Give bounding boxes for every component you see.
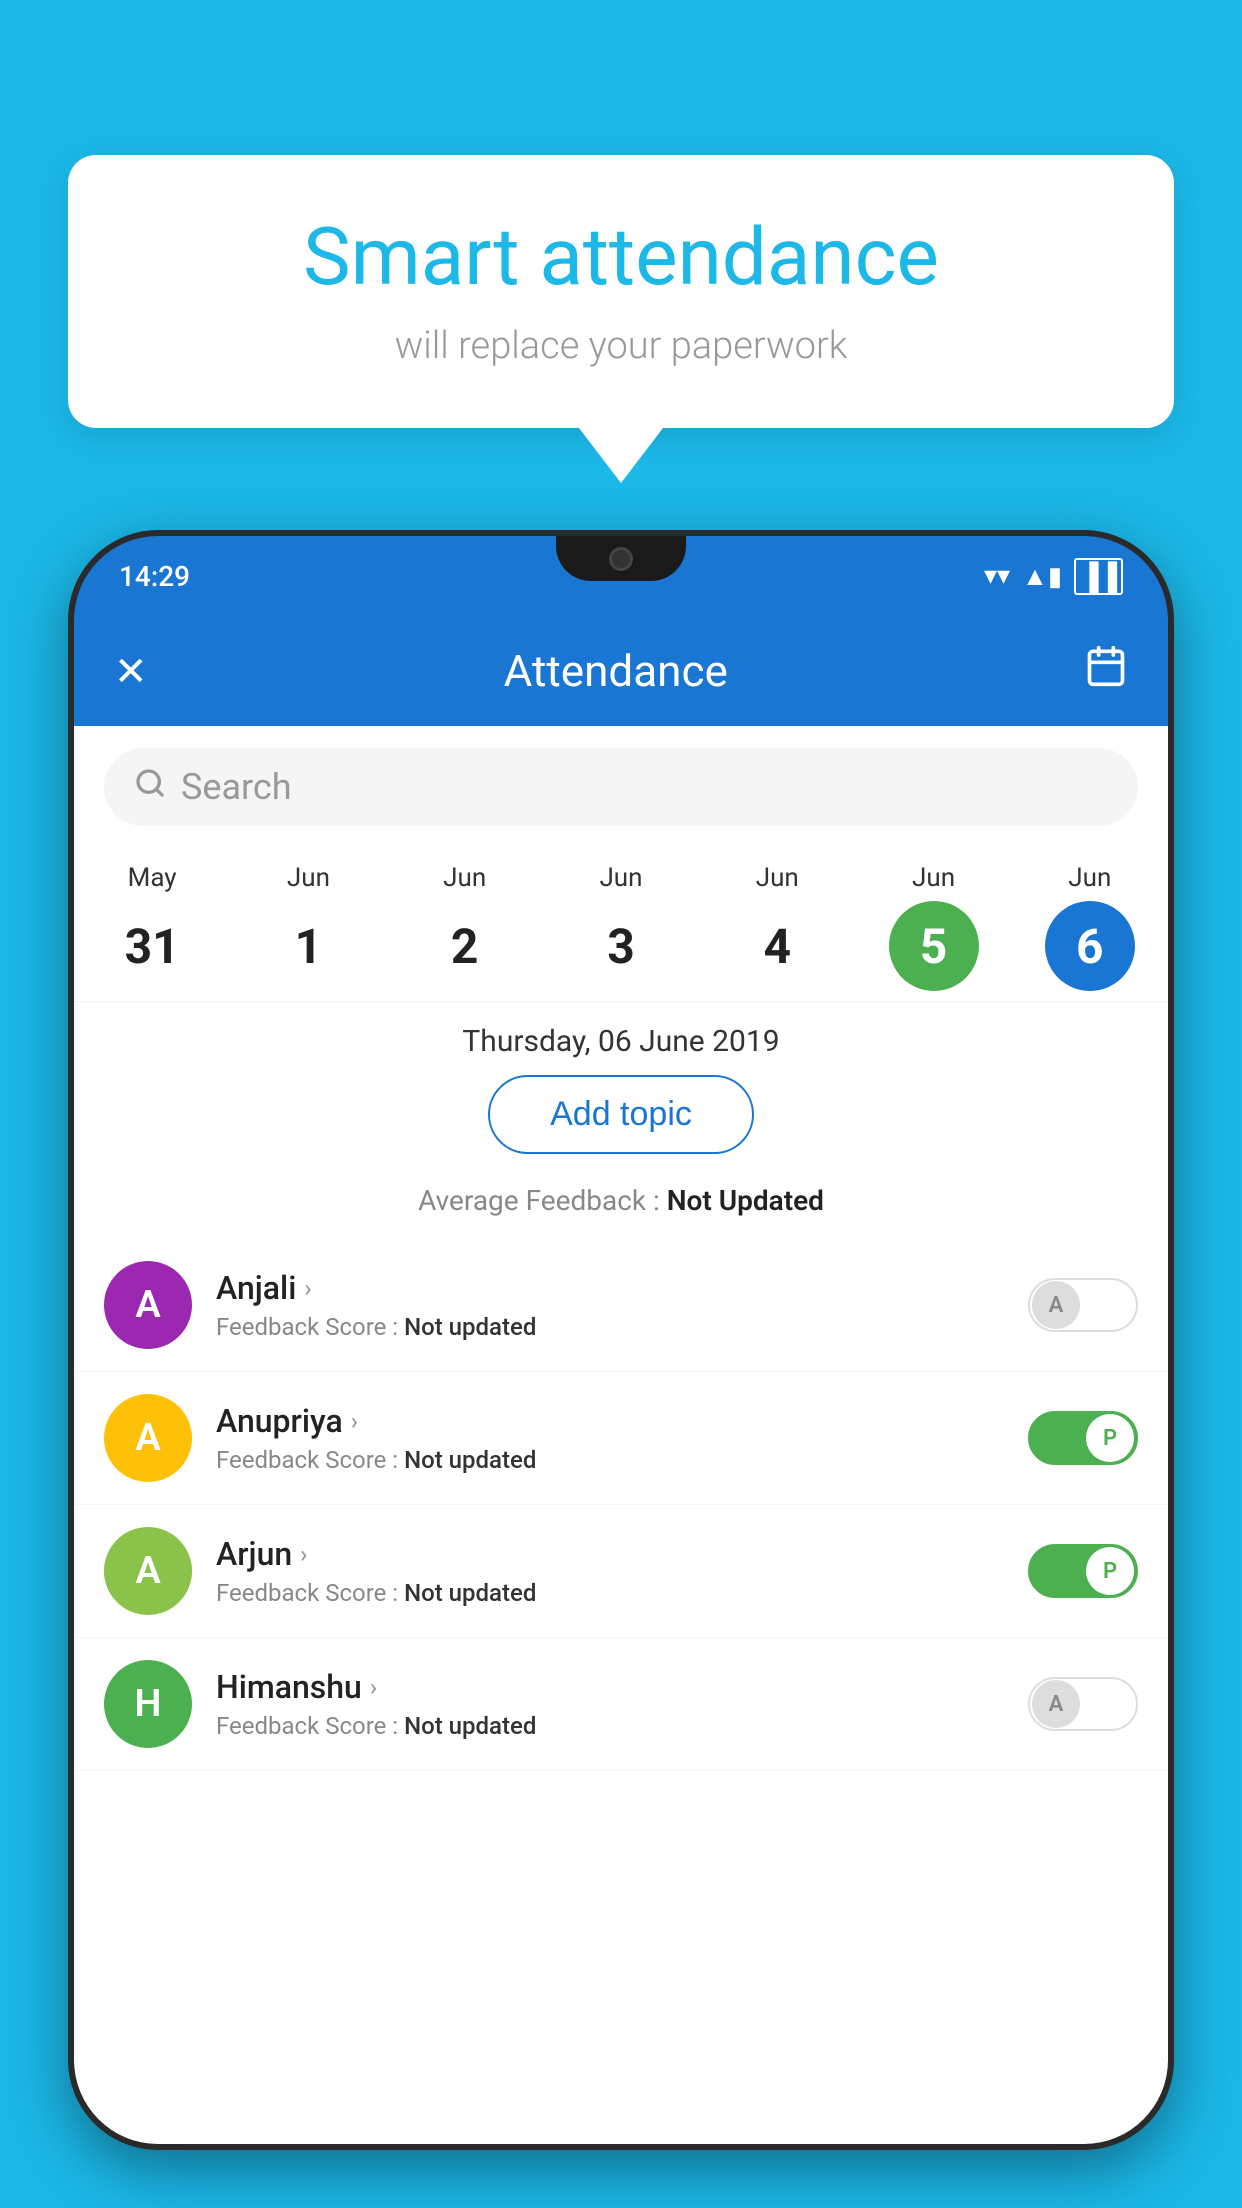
add-topic-container: Add topic (74, 1075, 1168, 1174)
calendar-button[interactable] (1084, 644, 1128, 698)
status-icons: ▾▾ ▲▮ ▐▐ (984, 558, 1123, 595)
toggle-track-3[interactable]: A (1028, 1677, 1138, 1731)
cal-month: Jun (443, 863, 486, 893)
cal-month: Jun (599, 863, 642, 893)
calendar-day-5[interactable]: Jun 5 (879, 863, 989, 991)
cal-date: 3 (576, 901, 666, 991)
phone-notch (556, 536, 686, 581)
avg-feedback-label: Average Feedback : (418, 1184, 660, 1217)
chevron-icon: › (300, 1540, 307, 1568)
cal-date: 4 (732, 901, 822, 991)
toggle-track-1[interactable]: P (1028, 1411, 1138, 1465)
status-time: 14:29 (119, 560, 190, 593)
toggle-thumb-3: A (1032, 1680, 1080, 1728)
app-bar: ✕ Attendance (74, 616, 1168, 726)
calendar-day-0[interactable]: May 31 (97, 863, 207, 991)
avg-feedback-value: Not Updated (667, 1184, 824, 1217)
phone-container: 14:29 ▾▾ ▲▮ ▐▐ ✕ Attendance (68, 530, 1174, 2208)
cal-date: 6 (1045, 901, 1135, 991)
battery-icon: ▐▐ (1074, 558, 1123, 595)
signal-icon: ▲▮ (1022, 561, 1062, 592)
student-info-0: Anjali › Feedback Score : Not updated (216, 1269, 1004, 1341)
student-item-1[interactable]: A Anupriya › Feedback Score : Not update… (74, 1372, 1168, 1505)
speech-bubble-container: Smart attendance will replace your paper… (68, 155, 1174, 483)
calendar-day-6[interactable]: Jun 6 (1035, 863, 1145, 991)
chevron-icon: › (370, 1673, 377, 1701)
speech-bubble-title: Smart attendance (128, 210, 1114, 304)
student-info-3: Himanshu › Feedback Score : Not updated (216, 1668, 1004, 1740)
search-bar: Search (74, 726, 1168, 848)
student-item-3[interactable]: H Himanshu › Feedback Score : Not update… (74, 1638, 1168, 1771)
selected-date-label: Thursday, 06 June 2019 (74, 1002, 1168, 1075)
search-input-container[interactable]: Search (104, 748, 1138, 826)
calendar-day-1[interactable]: Jun 1 (253, 863, 363, 991)
toggle-0[interactable]: A (1028, 1278, 1138, 1332)
cal-date: 5 (889, 901, 979, 991)
close-button[interactable]: ✕ (114, 648, 148, 695)
feedback-score-0: Feedback Score : Not updated (216, 1313, 1004, 1341)
add-topic-button[interactable]: Add topic (488, 1075, 754, 1154)
feedback-score-1: Feedback Score : Not updated (216, 1446, 1004, 1474)
phone: 14:29 ▾▾ ▲▮ ▐▐ ✕ Attendance (68, 530, 1174, 2150)
status-bar: 14:29 ▾▾ ▲▮ ▐▐ (74, 536, 1168, 616)
app-bar-title: Attendance (148, 645, 1084, 697)
cal-date: 31 (107, 901, 197, 991)
toggle-thumb-2: P (1086, 1547, 1134, 1595)
camera-notch (609, 547, 633, 571)
speech-bubble: Smart attendance will replace your paper… (68, 155, 1174, 428)
cal-date: 1 (263, 901, 353, 991)
speech-bubble-tail (579, 428, 663, 483)
avatar-1: A (104, 1394, 192, 1482)
calendar-day-3[interactable]: Jun 3 (566, 863, 676, 991)
search-input-text[interactable]: Search (181, 766, 292, 808)
calendar-strip: May 31 Jun 1 Jun 2 Jun 3 Jun 4 Jun 5 Jun… (74, 848, 1168, 1002)
cal-month: Jun (287, 863, 330, 893)
avatar-3: H (104, 1660, 192, 1748)
toggle-thumb-0: A (1032, 1281, 1080, 1329)
student-name-3: Himanshu › (216, 1668, 1004, 1706)
student-name-2: Arjun › (216, 1535, 1004, 1573)
avatar-0: A (104, 1261, 192, 1349)
screen-content: Search May 31 Jun 1 Jun 2 Jun 3 Jun 4 Ju… (74, 726, 1168, 2144)
toggle-3[interactable]: A (1028, 1677, 1138, 1731)
toggle-track-2[interactable]: P (1028, 1544, 1138, 1598)
wifi-icon: ▾▾ (984, 561, 1010, 591)
cal-month: May (128, 863, 177, 893)
student-name-0: Anjali › (216, 1269, 1004, 1307)
chevron-icon: › (351, 1407, 358, 1435)
toggle-thumb-1: P (1086, 1414, 1134, 1462)
toggle-1[interactable]: P (1028, 1411, 1138, 1465)
student-info-2: Arjun › Feedback Score : Not updated (216, 1535, 1004, 1607)
cal-month: Jun (756, 863, 799, 893)
feedback-score-3: Feedback Score : Not updated (216, 1712, 1004, 1740)
search-icon (134, 767, 166, 807)
avg-feedback: Average Feedback : Not Updated (74, 1174, 1168, 1239)
speech-bubble-subtitle: will replace your paperwork (128, 324, 1114, 368)
cal-month: Jun (912, 863, 955, 893)
calendar-day-4[interactable]: Jun 4 (722, 863, 832, 991)
chevron-icon: › (304, 1274, 311, 1302)
feedback-score-2: Feedback Score : Not updated (216, 1579, 1004, 1607)
student-item-2[interactable]: A Arjun › Feedback Score : Not updated P (74, 1505, 1168, 1638)
toggle-2[interactable]: P (1028, 1544, 1138, 1598)
toggle-track-0[interactable]: A (1028, 1278, 1138, 1332)
student-name-1: Anupriya › (216, 1402, 1004, 1440)
avatar-2: A (104, 1527, 192, 1615)
calendar-day-2[interactable]: Jun 2 (410, 863, 520, 991)
student-item-0[interactable]: A Anjali › Feedback Score : Not updated … (74, 1239, 1168, 1372)
student-list: A Anjali › Feedback Score : Not updated … (74, 1239, 1168, 1771)
student-info-1: Anupriya › Feedback Score : Not updated (216, 1402, 1004, 1474)
cal-date: 2 (420, 901, 510, 991)
cal-month: Jun (1068, 863, 1111, 893)
